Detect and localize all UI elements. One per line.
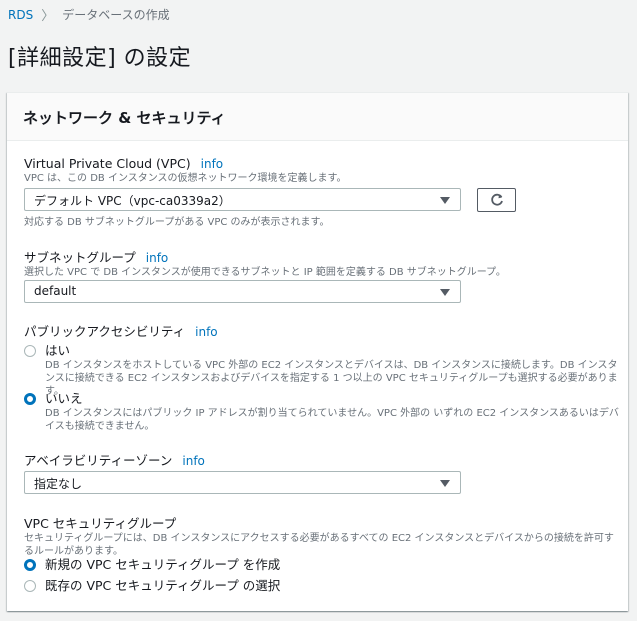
security-group-field: VPC セキュリティグループ セキュリティグループには、DB インスタンスにアク… (24, 513, 614, 558)
vpc-info-link[interactable]: info (201, 157, 224, 171)
vpc-hint: 対応する DB サブネットグループがある VPC のみが表示されます。 (24, 217, 330, 228)
dropdown-caret-icon (440, 289, 450, 296)
subnet-select-value: default (34, 284, 77, 298)
security-group-existing-label: 既存の VPC セキュリティグループ の選択 (45, 578, 281, 593)
public-access-label: パブリックアクセシビリティ (24, 324, 186, 339)
breadcrumb-rds-link[interactable]: RDS (8, 8, 33, 22)
radio-checked-icon[interactable] (24, 393, 36, 405)
security-group-new-option[interactable]: 新規の VPC セキュリティグループ を作成 (24, 557, 280, 573)
subnet-select[interactable]: default (24, 280, 461, 303)
vpc-label: Virtual Private Cloud (VPC) (24, 156, 191, 171)
subnet-field: サブネットグループ info 選択した VPC で DB インスタンスが使用できる… (24, 247, 506, 279)
vpc-refresh-button[interactable] (477, 188, 516, 212)
breadcrumb-current: データベースの作成 (62, 8, 170, 22)
page-title: [詳細設定] の設定 (8, 46, 192, 71)
panel-title: ネットワーク & セキュリティ (23, 109, 226, 127)
vpc-select[interactable]: デフォルト VPC（vpc-ca0339a2） (24, 188, 461, 211)
dropdown-caret-icon (440, 480, 450, 487)
public-access-yes-label: はい (45, 343, 71, 358)
public-access-info-link[interactable]: info (195, 325, 218, 339)
public-access-no-option[interactable]: いいえ DB インスタンスにはパブリック IP アドレスが割り当てられていません… (24, 391, 625, 433)
radio-unchecked-icon[interactable] (24, 345, 36, 357)
public-access-no-description: DB インスタンスにはパブリック IP アドレスが割り当てられていません。VPC… (45, 408, 619, 432)
refresh-icon (490, 193, 503, 206)
vpc-select-value: デフォルト VPC（vpc-ca0339a2） (34, 194, 231, 208)
security-group-description: セキュリティグループには、DB インスタンスにアクセスする必要があるすべての E… (24, 533, 614, 557)
availability-zone-label: アベイラビリティーゾーン (24, 453, 173, 468)
vpc-description: VPC は、この DB インスタンスの仮想ネットワーク環境を定義します。 (24, 173, 347, 184)
radio-checked-icon[interactable] (24, 559, 36, 571)
security-group-new-label: 新規の VPC セキュリティグループ を作成 (45, 557, 281, 572)
breadcrumb: RDS 〉 データベースの作成 (8, 5, 170, 25)
subnet-label: サブネットグループ (24, 250, 136, 265)
dropdown-caret-icon (440, 197, 450, 204)
availability-zone-select[interactable]: 指定なし (24, 471, 461, 494)
panel-header: ネットワーク & セキュリティ (7, 93, 628, 141)
public-access-yes-option[interactable]: はい DB インスタンスをホストしている VPC 外部の EC2 インスタンスと… (24, 343, 625, 398)
availability-zone-field: アベイラビリティーゾーン info (24, 450, 205, 469)
security-group-existing-option[interactable]: 既存の VPC セキュリティグループ の選択 (24, 578, 280, 594)
security-group-label: VPC セキュリティグループ (24, 516, 177, 531)
availability-zone-info-link[interactable]: info (182, 454, 205, 468)
public-access-no-label: いいえ (45, 391, 83, 406)
public-access-field: パブリックアクセシビリティ info (24, 321, 218, 340)
availability-zone-select-value: 指定なし (34, 477, 83, 491)
subnet-info-link[interactable]: info (146, 251, 169, 265)
vpc-field: Virtual Private Cloud (VPC) info VPC は、この… (24, 153, 347, 185)
radio-unchecked-icon[interactable] (24, 580, 36, 592)
breadcrumb-separator-icon: 〉 (41, 9, 55, 24)
network-security-panel: ネットワーク & セキュリティ Virtual Private Cloud (V… (7, 92, 628, 611)
subnet-description: 選択した VPC で DB インスタンスが使用できるサブネットと IP 範囲を定… (24, 267, 506, 278)
